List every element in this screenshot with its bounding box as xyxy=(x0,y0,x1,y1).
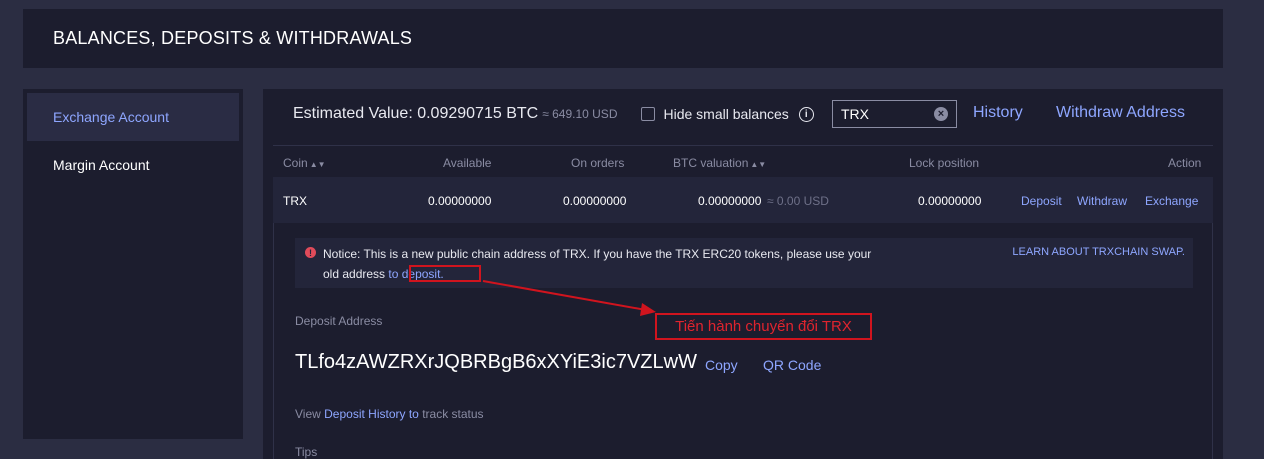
annotation-callout: Tiến hành chuyển đổi TRX xyxy=(655,313,872,340)
coin-search-field[interactable]: × xyxy=(832,100,957,128)
lock-position-cell: 0.00000000 xyxy=(918,194,982,208)
column-header-on-orders: On orders xyxy=(571,156,625,170)
balances-panel: Estimated Value: 0.09290715 BTC ≈ 649.10… xyxy=(263,89,1223,459)
page-title: BALANCES, DEPOSITS & WITHDRAWALS xyxy=(53,28,413,48)
estimated-value-usd: ≈ 649.10 USD xyxy=(542,107,618,121)
clear-icon[interactable]: × xyxy=(934,107,948,121)
learn-trxchain-swap-link[interactable]: LEARN ABOUT TRXCHAIN SWAP. xyxy=(1012,246,1185,258)
hide-small-balances-checkbox[interactable] xyxy=(641,107,656,121)
info-icon[interactable]: i xyxy=(798,106,814,122)
sidebar-item-margin-account[interactable]: Margin Account xyxy=(23,141,243,189)
column-header-coin[interactable]: Coin ▲▼ xyxy=(283,156,326,170)
deposit-history-link[interactable]: Deposit History to xyxy=(324,407,419,421)
withdraw-button[interactable]: Withdraw xyxy=(1077,194,1127,208)
notice-text: Notice: This is a new public chain addre… xyxy=(323,247,872,281)
balances-toolbar: Estimated Value: 0.09290715 BTC ≈ 649.10… xyxy=(263,89,1223,139)
withdraw-address-link[interactable]: Withdraw Address xyxy=(1056,104,1185,122)
usd-valuation-cell: ≈ 0.00 USD xyxy=(767,194,829,208)
exchange-button[interactable]: Exchange xyxy=(1145,194,1198,208)
history-link[interactable]: History xyxy=(973,104,1023,122)
sort-icon[interactable]: ▲▼ xyxy=(310,160,326,169)
column-header-action: Action xyxy=(1168,156,1202,170)
column-header-lock-position: Lock position xyxy=(909,156,980,170)
sidebar: Exchange Account Margin Account xyxy=(23,89,243,439)
estimated-value: Estimated Value: 0.09290715 BTC xyxy=(293,105,539,122)
deposit-button[interactable]: Deposit xyxy=(1021,194,1062,208)
deposit-history-line: View Deposit History to track status xyxy=(295,407,484,421)
page-header: BALANCES, DEPOSITS & WITHDRAWALS xyxy=(23,9,1223,68)
deposit-address-label: Deposit Address xyxy=(295,314,383,328)
table-row: TRX 0.00000000 0.00000000 0.00000000 ≈ 0… xyxy=(273,177,1213,223)
column-header-available: Available xyxy=(443,156,492,170)
alert-icon: ! xyxy=(305,247,316,258)
sidebar-item-exchange-account[interactable]: Exchange Account xyxy=(27,93,239,141)
sort-icon[interactable]: ▲▼ xyxy=(750,160,766,169)
qr-code-button[interactable]: QR Code xyxy=(763,357,821,373)
on-orders-cell: 0.00000000 xyxy=(563,194,627,208)
deposit-address: TLfo4zAWZRXrJQBRBgB6xXYiE3ic7VZLwW xyxy=(295,351,697,373)
hide-small-balances-label[interactable]: Hide small balances xyxy=(663,106,788,122)
table-header: Coin ▲▼ Available On orders BTC valuation… xyxy=(273,145,1213,175)
tips-heading: Tips xyxy=(295,445,318,459)
available-cell: 0.00000000 xyxy=(428,194,492,208)
column-header-btc-valuation[interactable]: BTC valuation ▲▼ xyxy=(673,156,766,170)
coin-cell: TRX xyxy=(283,194,307,208)
highlight-box xyxy=(409,265,481,282)
annotation-text: Tiến hành chuyển đổi TRX xyxy=(675,318,852,335)
coin-search-input[interactable] xyxy=(841,106,931,122)
copy-address-button[interactable]: Copy xyxy=(705,357,738,373)
btc-valuation-cell: 0.00000000 xyxy=(698,194,762,208)
deposit-panel: ! Notice: This is a new public chain add… xyxy=(273,223,1213,459)
